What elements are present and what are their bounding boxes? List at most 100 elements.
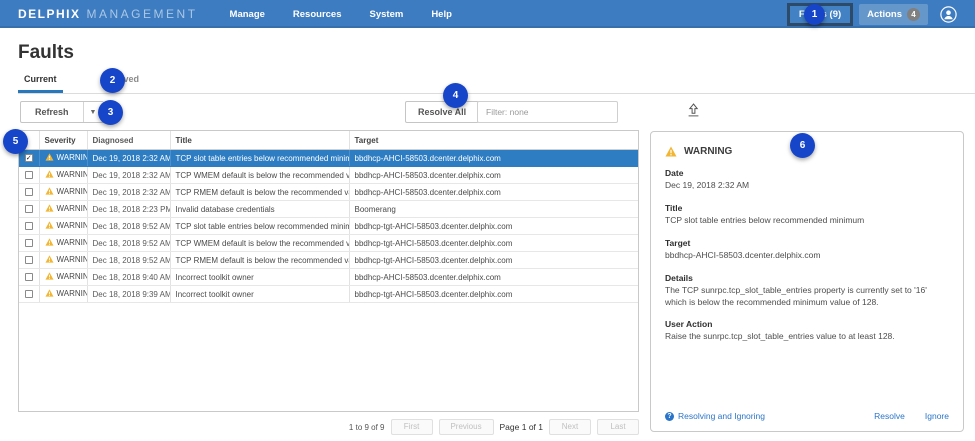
warning-icon xyxy=(45,170,54,178)
faults-table: Severity Diagnosed Title Target ✓ WARNING… xyxy=(19,131,638,303)
filter-input[interactable] xyxy=(477,101,618,123)
title-cell: Incorrect toolkit owner xyxy=(170,286,349,303)
severity-cell: WARNING xyxy=(39,150,87,167)
resolve-link[interactable]: Resolve xyxy=(874,411,905,421)
target-cell: bbdhcp-tgt-AHCI-58503.dcenter.delphix.co… xyxy=(349,286,638,303)
severity-cell: WARNING xyxy=(39,252,87,269)
target-cell: bbdhcp-AHCI-58503.dcenter.delphix.com xyxy=(349,269,638,286)
title-cell: TCP RMEM default is below the recommende… xyxy=(170,184,349,201)
diagnosed-cell: Dec 18, 2018 9:40 AM xyxy=(87,269,170,286)
user-profile-icon[interactable] xyxy=(940,6,957,23)
export-button[interactable] xyxy=(686,103,701,121)
tab-current[interactable]: Current xyxy=(18,71,63,93)
target-cell: bbdhcp-AHCI-58503.dcenter.delphix.com xyxy=(349,184,638,201)
title-cell: TCP WMEM default is below the recommende… xyxy=(170,235,349,252)
details-label: Details xyxy=(665,273,949,283)
diagnosed-cell: Dec 18, 2018 2:23 PM xyxy=(87,201,170,218)
table-body: ✓WARNINGDec 19, 2018 2:32 AMTCP slot tab… xyxy=(19,150,638,303)
warning-icon xyxy=(45,221,54,229)
callout-3: 3 xyxy=(98,100,123,125)
severity-cell: WARNING xyxy=(39,235,87,252)
table-row[interactable]: ✓WARNINGDec 19, 2018 2:32 AMTCP slot tab… xyxy=(19,150,638,167)
diagnosed-cell: Dec 18, 2018 9:52 AM xyxy=(87,235,170,252)
severity-cell: WARNING xyxy=(39,269,87,286)
target-label: Target xyxy=(665,238,949,248)
ignore-link[interactable]: Ignore xyxy=(925,411,949,421)
row-checkbox[interactable] xyxy=(25,273,33,281)
page-indicator: Page 1 of 1 xyxy=(500,422,543,432)
warning-icon xyxy=(665,146,677,157)
row-checkbox[interactable] xyxy=(25,239,33,247)
help-link-label: Resolving and Ignoring xyxy=(678,411,765,421)
row-checkbox[interactable] xyxy=(25,256,33,264)
toolbar: Refresh ▼ Resolve All xyxy=(18,100,965,124)
faults-table-container: Severity Diagnosed Title Target ✓ WARNING… xyxy=(18,130,639,412)
title-label: Title xyxy=(665,203,949,213)
table-row[interactable]: WARNINGDec 18, 2018 9:40 AMIncorrect too… xyxy=(19,269,638,286)
row-checkbox[interactable] xyxy=(25,205,33,213)
row-checkbox[interactable] xyxy=(25,171,33,179)
target-cell: bbdhcp-AHCI-58503.dcenter.delphix.com xyxy=(349,150,638,167)
table-row[interactable]: WARNINGDec 19, 2018 2:32 AMTCP RMEM defa… xyxy=(19,184,638,201)
previous-page-button[interactable]: Previous xyxy=(439,419,494,435)
severity-cell: WARNING xyxy=(39,201,87,218)
table-row[interactable]: WARNINGDec 18, 2018 9:52 AMTCP slot tabl… xyxy=(19,218,638,235)
resolving-and-ignoring-link[interactable]: ? Resolving and Ignoring xyxy=(665,411,765,421)
title-cell: TCP RMEM default is below the recommende… xyxy=(170,252,349,269)
row-checkbox-checked[interactable]: ✓ xyxy=(25,154,33,162)
help-icon: ? xyxy=(665,412,674,421)
table-row[interactable]: WARNINGDec 18, 2018 9:52 AMTCP RMEM defa… xyxy=(19,252,638,269)
panel-severity-label: WARNING xyxy=(684,146,732,157)
title-cell: TCP WMEM default is below the recommende… xyxy=(170,167,349,184)
menu-item-help[interactable]: Help xyxy=(417,9,466,20)
brand-secondary: MANAGEMENT xyxy=(87,7,198,21)
details-value: The TCP sunrpc.tcp_slot_table_entries pr… xyxy=(665,285,949,309)
actions-button[interactable]: Actions 4 xyxy=(859,4,928,25)
column-header-title[interactable]: Title xyxy=(170,131,349,150)
column-header-target[interactable]: Target xyxy=(349,131,638,150)
table-row[interactable]: WARNINGDec 18, 2018 9:52 AMTCP WMEM defa… xyxy=(19,235,638,252)
next-page-button[interactable]: Next xyxy=(549,419,591,435)
title-cell: TCP slot table entries below recommended… xyxy=(170,218,349,235)
severity-cell: WARNING xyxy=(39,167,87,184)
callout-6: 6 xyxy=(790,133,815,158)
fault-details-panel: WARNING Date Dec 19, 2018 2:32 AM Title … xyxy=(650,131,964,432)
severity-cell: WARNING xyxy=(39,286,87,303)
diagnosed-cell: Dec 18, 2018 9:52 AM xyxy=(87,218,170,235)
row-checkbox[interactable] xyxy=(25,290,33,298)
target-cell: Boomerang xyxy=(349,201,638,218)
panel-footer: ? Resolving and Ignoring Resolve Ignore xyxy=(665,411,949,421)
callout-4: 4 xyxy=(443,83,468,108)
diagnosed-cell: Dec 19, 2018 2:32 AM xyxy=(87,184,170,201)
last-page-button[interactable]: Last xyxy=(597,419,639,435)
actions-button-label: Actions xyxy=(867,9,902,20)
menu-item-system[interactable]: System xyxy=(356,9,418,20)
column-header-diagnosed[interactable]: Diagnosed xyxy=(87,131,170,150)
resolve-all-button[interactable]: Resolve All xyxy=(405,101,479,123)
refresh-button[interactable]: Refresh xyxy=(21,102,83,122)
warning-icon xyxy=(45,204,54,212)
top-navigation-bar: DELPHIX MANAGEMENT ManageResourcesSystem… xyxy=(0,0,975,28)
title-cell: Invalid database credentials xyxy=(170,201,349,218)
title-cell: TCP slot table entries below recommended… xyxy=(170,150,349,167)
actions-count-badge: 4 xyxy=(907,8,920,21)
severity-cell: WARNING xyxy=(39,184,87,201)
callout-5: 5 xyxy=(3,129,28,154)
warning-icon xyxy=(45,272,54,280)
callout-1: 1 xyxy=(804,4,825,25)
menu-item-manage[interactable]: Manage xyxy=(216,9,279,20)
title-value: TCP slot table entries below recommended… xyxy=(665,215,949,227)
table-row[interactable]: WARNINGDec 18, 2018 9:39 AMIncorrect too… xyxy=(19,286,638,303)
row-checkbox[interactable] xyxy=(25,188,33,196)
column-header-severity[interactable]: Severity xyxy=(39,131,87,150)
user-icon xyxy=(940,6,957,23)
user-action-value: Raise the sunrpc.tcp_slot_table_entries … xyxy=(665,331,949,343)
title-cell: Incorrect toolkit owner xyxy=(170,269,349,286)
table-row[interactable]: WARNINGDec 19, 2018 2:32 AMTCP WMEM defa… xyxy=(19,167,638,184)
menu-item-resources[interactable]: Resources xyxy=(279,9,356,20)
row-checkbox[interactable] xyxy=(25,222,33,230)
table-row[interactable]: WARNINGDec 18, 2018 2:23 PMInvalid datab… xyxy=(19,201,638,218)
first-page-button[interactable]: First xyxy=(391,419,433,435)
target-cell: bbdhcp-tgt-AHCI-58503.dcenter.delphix.co… xyxy=(349,218,638,235)
table-header: Severity Diagnosed Title Target xyxy=(19,131,638,150)
